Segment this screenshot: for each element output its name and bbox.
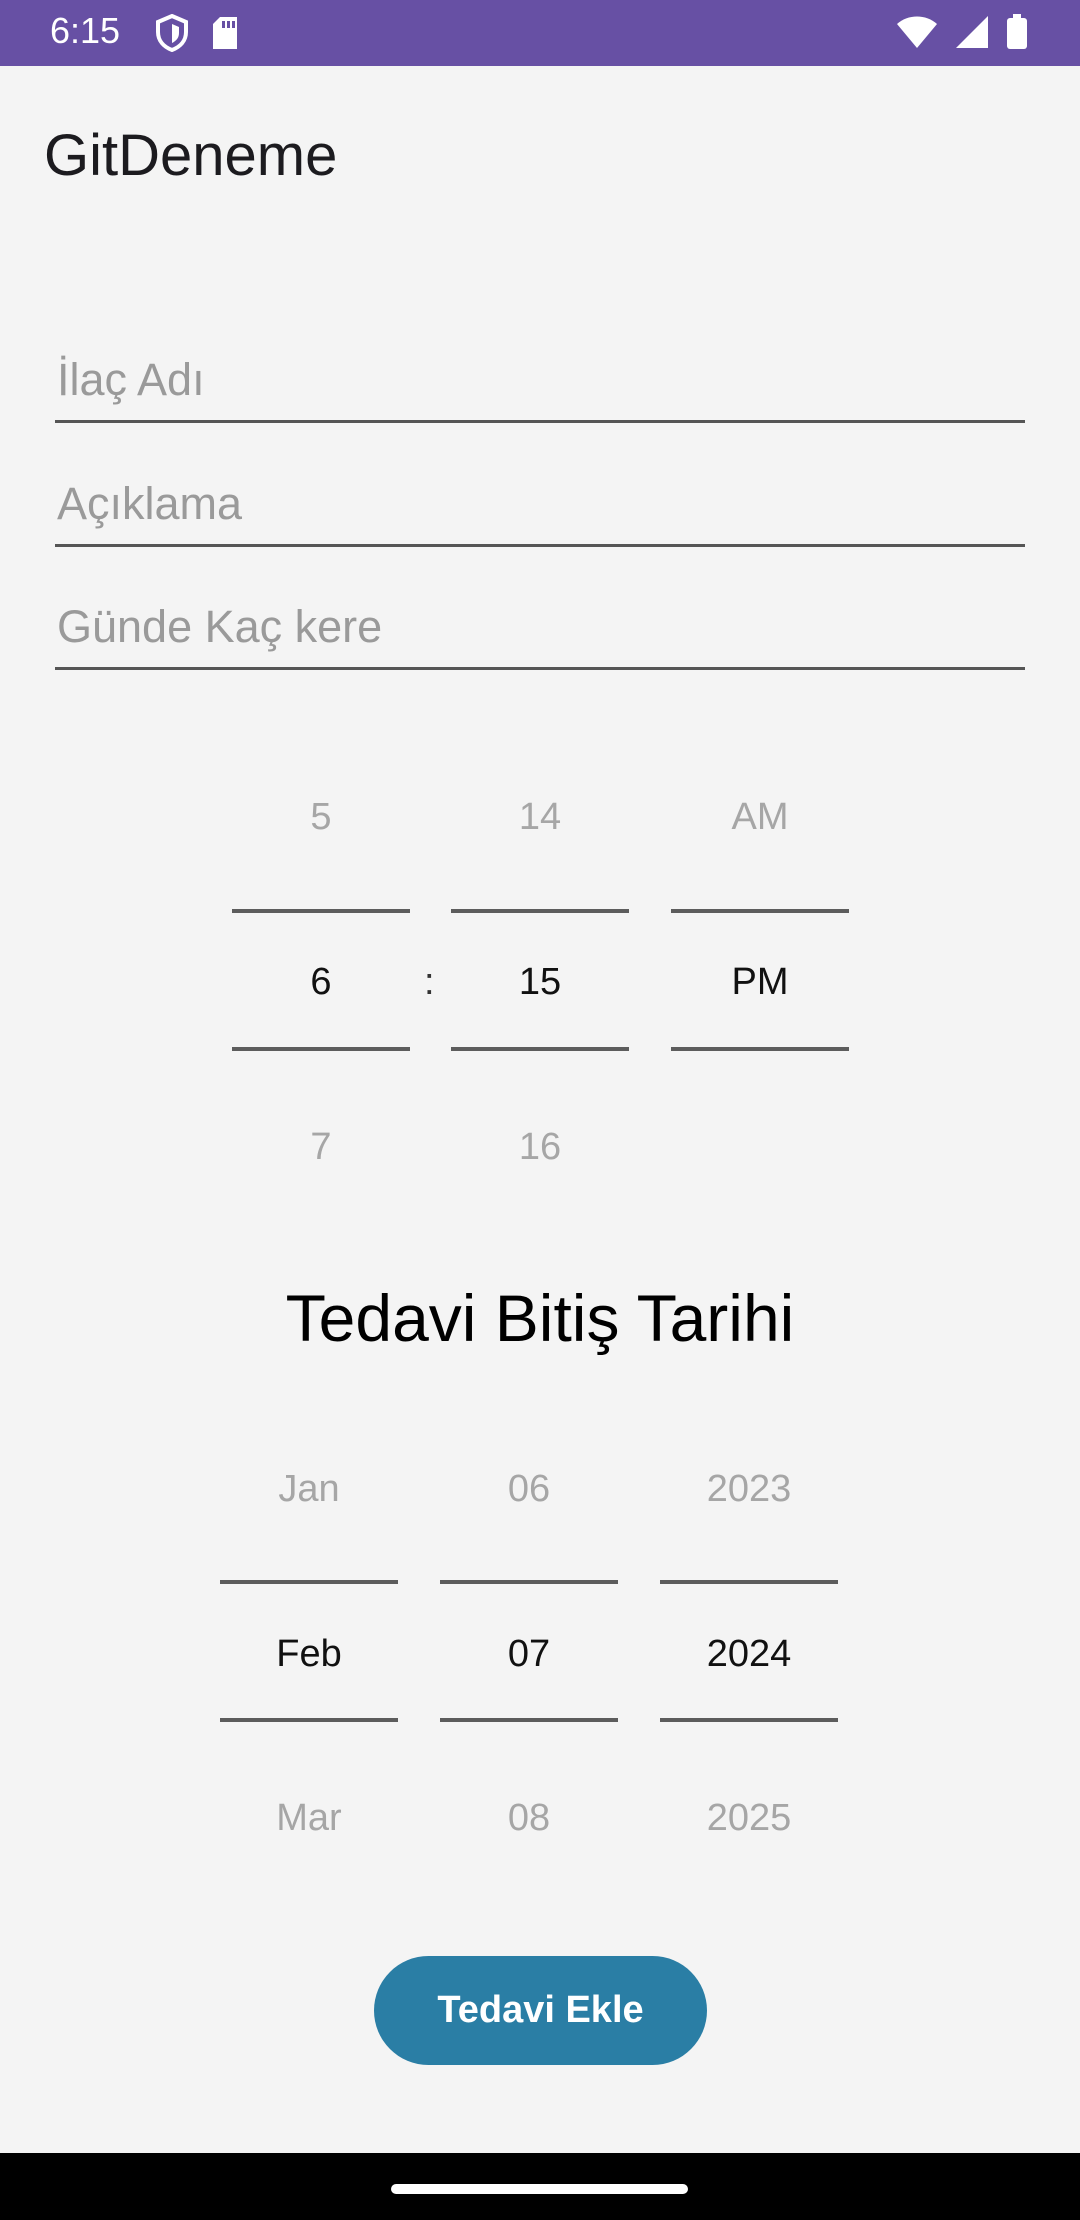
minute-selected[interactable]: 15 xyxy=(451,961,629,1004)
hour-prev[interactable]: 5 xyxy=(232,796,410,839)
year-divider-bottom xyxy=(660,1718,838,1722)
wifi-icon xyxy=(896,15,938,54)
month-picker[interactable]: Jan Feb Mar xyxy=(220,1450,398,1870)
add-treatment-button[interactable]: Tedavi Ekle xyxy=(374,1956,707,2065)
minute-divider-bottom xyxy=(451,1047,629,1051)
status-time: 6:15 xyxy=(50,10,121,51)
month-prev[interactable]: Jan xyxy=(220,1468,398,1511)
year-prev[interactable]: 2023 xyxy=(660,1468,838,1511)
home-gesture-handle[interactable] xyxy=(391,2184,688,2194)
day-divider-bottom xyxy=(440,1718,618,1722)
ampm-picker[interactable]: AM PM xyxy=(671,780,849,1200)
ampm-selected[interactable]: PM xyxy=(671,961,849,1004)
hour-divider-bottom xyxy=(232,1047,410,1051)
signal-icon xyxy=(954,15,990,54)
hour-divider-top xyxy=(232,909,410,913)
year-divider-top xyxy=(660,1580,838,1584)
times-per-day-input[interactable] xyxy=(55,587,1027,667)
day-prev[interactable]: 06 xyxy=(440,1468,618,1511)
hour-next[interactable]: 7 xyxy=(232,1126,410,1169)
day-divider-top xyxy=(440,1580,618,1584)
month-divider-bottom xyxy=(220,1718,398,1722)
month-next[interactable]: Mar xyxy=(220,1797,398,1840)
status-bar: 6:15 xyxy=(0,0,1080,66)
description-input[interactable] xyxy=(55,464,1027,544)
shield-icon xyxy=(155,13,189,57)
end-date-title: Tedavi Bitiş Tarihi xyxy=(285,1281,795,1355)
drug-name-field[interactable] xyxy=(55,340,1027,423)
minute-prev[interactable]: 14 xyxy=(451,796,629,839)
minute-divider-top xyxy=(451,909,629,913)
app-bar: GitDeneme xyxy=(0,66,1080,244)
sd-card-icon xyxy=(211,16,239,55)
day-selected[interactable]: 07 xyxy=(440,1633,618,1676)
minute-picker[interactable]: 14 15 16 xyxy=(451,780,629,1200)
ampm-divider-bottom xyxy=(671,1047,849,1051)
year-next[interactable]: 2025 xyxy=(660,1797,838,1840)
times-per-day-field[interactable] xyxy=(55,587,1027,670)
hour-selected[interactable]: 6 xyxy=(232,961,410,1004)
minute-next[interactable]: 16 xyxy=(451,1126,629,1169)
day-next[interactable]: 08 xyxy=(440,1797,618,1840)
day-picker[interactable]: 06 07 08 xyxy=(440,1450,618,1870)
ampm-divider-top xyxy=(671,909,849,913)
month-divider-top xyxy=(220,1580,398,1584)
year-picker[interactable]: 2023 2024 2025 xyxy=(660,1450,838,1870)
year-selected[interactable]: 2024 xyxy=(660,1633,838,1676)
app-title: GitDeneme xyxy=(44,123,338,188)
hour-picker[interactable]: 5 6 7 xyxy=(232,780,410,1200)
description-field[interactable] xyxy=(55,464,1027,547)
drug-name-input[interactable] xyxy=(55,340,1027,420)
ampm-prev[interactable]: AM xyxy=(671,796,849,839)
time-separator: : xyxy=(424,961,435,1003)
battery-icon xyxy=(1006,14,1028,55)
month-selected[interactable]: Feb xyxy=(220,1633,398,1676)
